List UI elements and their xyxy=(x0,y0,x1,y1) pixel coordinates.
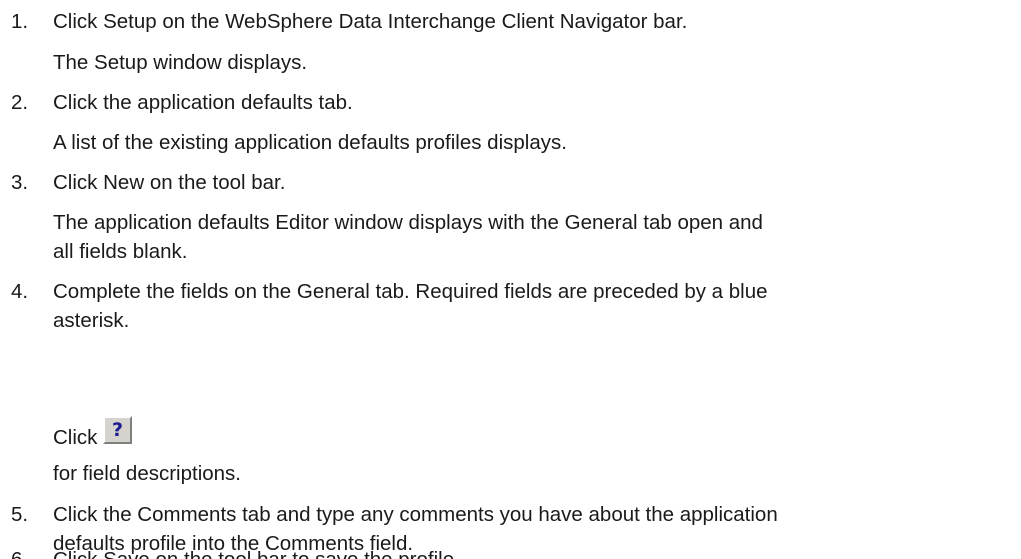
step-2-result: A list of the existing application defau… xyxy=(53,131,567,154)
step-6-text: Click Save on the tool bar to save the p… xyxy=(53,545,998,559)
step-4-number: 4. xyxy=(11,280,29,303)
step-3-text: Click New on the tool bar. xyxy=(53,171,286,194)
step-5-text-line-1: Click the Comments tab and type any comm… xyxy=(53,503,778,526)
step-1-number: 1. xyxy=(11,10,29,33)
step-1-text: Click Setup on the WebSphere Data Interc… xyxy=(53,10,688,33)
step-3-result-line-1: The application defaults Editor window d… xyxy=(53,211,763,234)
step-3-number: 3. xyxy=(11,171,29,194)
help-question-glyph: ? xyxy=(111,418,124,441)
step-6-number: 6. xyxy=(11,545,43,559)
step-4-help-description: for field descriptions. xyxy=(53,462,242,485)
step-5-number: 5. xyxy=(11,503,29,526)
help-question-icon[interactable]: ? xyxy=(103,416,132,444)
step-1-result: The Setup window displays. xyxy=(53,51,308,74)
step-4-text-line-2: asterisk. xyxy=(53,309,130,332)
step-2-text: Click the application defaults tab. xyxy=(53,91,353,114)
step-3-result-line-2: all fields blank. xyxy=(53,240,188,263)
step-4-text-line-1: Complete the fields on the General tab. … xyxy=(53,280,768,303)
step-2-number: 2. xyxy=(11,91,29,114)
step-6: 6. Click Save on the tool bar to save th… xyxy=(0,545,1000,559)
